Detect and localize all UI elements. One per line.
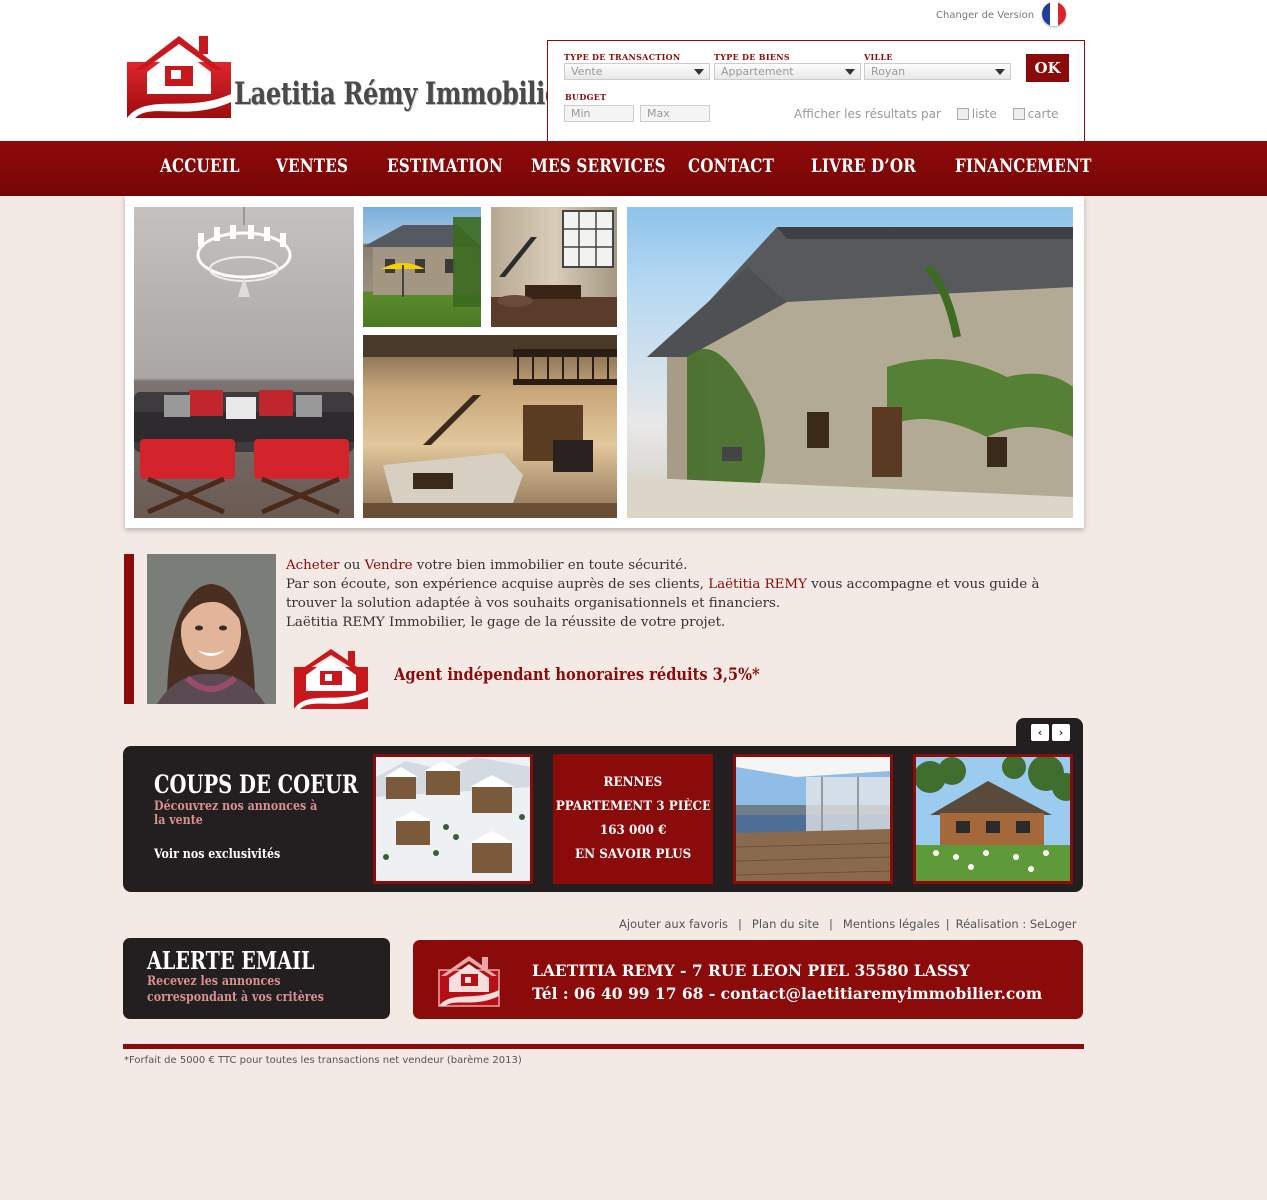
nav-item-ventes[interactable]: VENTES xyxy=(276,155,348,177)
city-value: Royan xyxy=(871,65,906,78)
about-line-3: Laëtitia REMY Immobilier, le gage de la … xyxy=(286,615,726,630)
house-icon xyxy=(438,956,500,1007)
footer-link-favorites[interactable]: Ajouter aux favoris xyxy=(619,917,728,931)
footer-separator: | xyxy=(738,917,742,931)
contact-address: LAETITIA REMY - 7 RUE LEON PIEL 35580 LA… xyxy=(532,961,970,980)
gallery-photo-great-room xyxy=(363,335,617,518)
transaction-type-label: TYPE DE TRANSACTION xyxy=(564,52,681,62)
buy-link[interactable]: Acheter xyxy=(286,558,339,573)
featured-subtitle: Découvrez nos annonces à la vente xyxy=(154,799,318,828)
agent-name-link[interactable]: Laëtitia REMY xyxy=(708,577,807,592)
agent-portrait xyxy=(147,554,276,704)
contact-box: LAETITIA REMY - 7 RUE LEON PIEL 35580 LA… xyxy=(413,940,1083,1019)
transaction-type-select[interactable]: Vente xyxy=(564,63,710,80)
lake-view-image xyxy=(736,757,890,881)
stone-house-image xyxy=(363,217,481,307)
listing-thumbnail[interactable] xyxy=(913,754,1073,884)
main-nav: ACCUEIL VENTES ESTIMATION MES SERVICES C… xyxy=(0,141,1267,196)
france-flag-icon[interactable] xyxy=(1042,2,1066,26)
loft-image xyxy=(491,210,617,327)
gallery-photo-living-room xyxy=(134,207,354,518)
chevron-down-icon xyxy=(694,69,704,75)
footer-links: Ajouter aux favoris | Plan du site | Mention… xyxy=(619,917,1077,931)
listing-thumbnail[interactable] xyxy=(373,754,533,884)
footer-link-legal[interactable]: Mentions légales xyxy=(843,917,940,931)
budget-label: BUDGET xyxy=(565,92,607,102)
footer-link-credits[interactable]: Réalisation : SeLoger xyxy=(956,917,1077,931)
email-alert-button[interactable]: ALERTE EMAIL Recevez les annonces corres… xyxy=(123,938,390,1019)
chevron-down-icon xyxy=(995,69,1005,75)
city-select[interactable]: Royan xyxy=(864,63,1011,80)
photo-gallery xyxy=(125,196,1084,528)
nav-item-accueil[interactable]: ACCUEIL xyxy=(160,155,240,177)
gallery-photo-stone-barn xyxy=(627,207,1073,518)
exclusives-link[interactable]: Voir nos exclusivités xyxy=(154,847,280,862)
transaction-type-value: Vente xyxy=(571,65,603,78)
sell-link[interactable]: Vendre xyxy=(365,558,413,573)
about-or: ou xyxy=(339,558,365,573)
budget-min-input[interactable]: Min xyxy=(564,105,634,122)
email-alert-title: ALERTE EMAIL xyxy=(147,946,315,975)
stone-barn-image xyxy=(627,227,1073,518)
nav-item-estimation[interactable]: ESTIMATION xyxy=(387,155,503,177)
gallery-photo-stone-house xyxy=(363,207,481,327)
about-line-1-rest: votre bien immobilier en toute sécurité. xyxy=(412,558,688,573)
property-type-label: TYPE DE BIENS xyxy=(714,52,790,62)
change-version-link[interactable]: Changer de Version xyxy=(936,10,1034,21)
logo-house-icon[interactable] xyxy=(127,32,231,118)
nav-item-financement[interactable]: FINANCEMENT xyxy=(955,155,1092,177)
list-option-label[interactable]: liste xyxy=(972,107,997,121)
nav-item-contact[interactable]: CONTACT xyxy=(688,155,774,177)
agent-photo xyxy=(147,554,276,704)
list-checkbox[interactable] xyxy=(956,108,969,120)
featured-listings: COUPS DE COEUR Découvrez nos annonces à … xyxy=(123,746,1083,892)
featured-listing-card[interactable]: RENNES APPARTEMENT 3 PIÈCES 163 000 € EN… xyxy=(553,754,713,884)
listing-city: RENNES xyxy=(603,775,663,790)
chevron-right-icon[interactable]: › xyxy=(1052,724,1070,741)
about-line-2-a: Par son écoute, son expérience acquise a… xyxy=(286,577,709,592)
contact-phone-email[interactable]: Tél : 06 40 99 17 68 - contact@laetitiar… xyxy=(532,984,1042,1003)
results-label: Afficher les résultats par xyxy=(794,107,941,121)
chevron-left-icon[interactable]: ‹ xyxy=(1031,724,1049,741)
wooden-chalet-image xyxy=(916,757,1070,881)
map-option-label[interactable]: carte xyxy=(1028,107,1059,121)
search-form: TYPE DE TRANSACTION Vente TYPE DE BIENS … xyxy=(547,40,1085,142)
email-alert-subtitle: Recevez les annonces correspondant à vos… xyxy=(147,974,324,1005)
chevron-down-icon xyxy=(845,69,855,75)
listing-more-link[interactable]: EN SAVOIR PLUS xyxy=(575,843,691,867)
living-room-image xyxy=(134,207,354,515)
gallery-photo-loft xyxy=(491,207,617,327)
city-label: VILLE xyxy=(864,52,893,62)
about-line-2: Par son écoute, son expérience acquise a… xyxy=(286,575,1078,613)
map-checkbox[interactable] xyxy=(1012,108,1025,120)
listing-price: 163 000 € xyxy=(599,823,667,838)
property-type-select[interactable]: Appartement xyxy=(714,63,861,80)
about-accent-bar xyxy=(124,554,134,704)
agent-fee-text: Agent indépendant honoraires réduits 3,5… xyxy=(394,665,760,685)
nav-item-livre-dor[interactable]: LIVRE D’OR xyxy=(811,155,916,177)
snow-chalets-image xyxy=(376,757,530,881)
property-type-value: Appartement xyxy=(721,65,794,78)
budget-max-input[interactable]: Max xyxy=(640,105,710,122)
carousel-controls: ‹ › xyxy=(1016,718,1083,748)
search-ok-button[interactable]: OK xyxy=(1026,54,1069,82)
footer-divider xyxy=(123,1044,1084,1049)
footer-separator: | xyxy=(829,917,833,931)
listing-thumbnail[interactable] xyxy=(733,754,893,884)
listing-type: APPARTEMENT 3 PIÈCES xyxy=(553,799,713,814)
logo-text[interactable]: Laetitia Rémy Immobilier xyxy=(234,76,573,112)
about-line-1: Acheter ou Vendre votre bien immobilier … xyxy=(286,556,1078,575)
footer-link-sitemap[interactable]: Plan du site xyxy=(752,917,819,931)
fee-disclaimer: *Forfait de 5000 € TTC pour toutes les t… xyxy=(124,1055,522,1066)
about-text: Acheter ou Vendre votre bien immobilier … xyxy=(286,556,1078,632)
results-display-options: Afficher les résultats par liste carte xyxy=(794,107,1059,121)
footer-separator: | xyxy=(945,917,950,931)
nav-item-mes-services[interactable]: MES SERVICES xyxy=(531,155,666,177)
featured-title: COUPS DE COEUR xyxy=(154,770,359,799)
house-icon xyxy=(294,649,368,709)
great-room-image xyxy=(363,335,617,518)
